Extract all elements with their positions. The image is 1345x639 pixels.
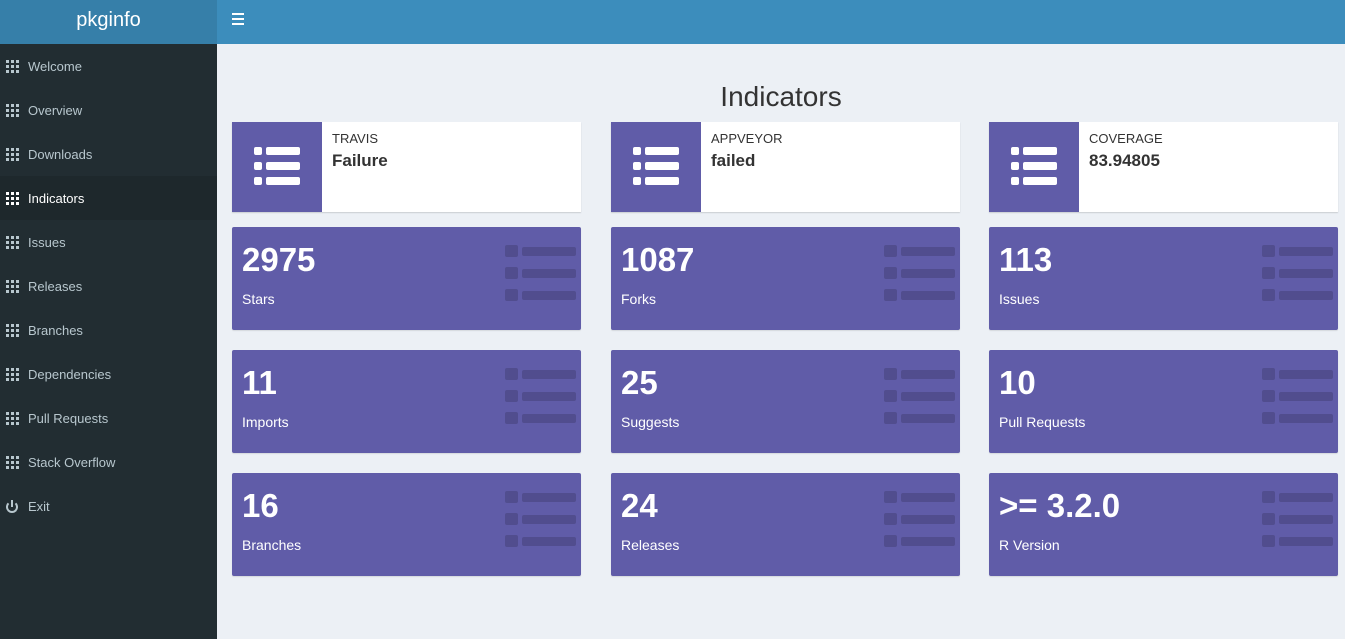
- value-box-releases: 24 Releases: [611, 473, 960, 576]
- list-icon: [1262, 368, 1334, 424]
- value-box-label: Releases: [621, 537, 680, 553]
- sidebar-item-indicators[interactable]: Indicators: [0, 176, 217, 220]
- value-box-value: 16: [242, 487, 279, 524]
- info-box-coverage: COVERAGE 83.94805: [989, 122, 1338, 212]
- value-box-value: 24: [621, 487, 658, 524]
- value-box-branches: 16 Branches: [232, 473, 581, 576]
- sidebar-item-welcome[interactable]: Welcome: [0, 44, 217, 88]
- sidebar-item-label: Welcome: [28, 58, 82, 74]
- sidebar-item-branches[interactable]: Branches: [0, 308, 217, 352]
- value-box-stars: 2975 Stars: [232, 227, 581, 330]
- sidebar: Welcome Overview Downloads Indicators Is…: [0, 44, 217, 639]
- list-icon: [1262, 491, 1334, 547]
- app-logo[interactable]: pkginfo: [0, 0, 217, 44]
- value-box-r-version: >= 3.2.0 R Version: [989, 473, 1338, 576]
- sidebar-item-issues[interactable]: Issues: [0, 220, 217, 264]
- list-icon: [633, 147, 679, 185]
- hamburger-icon[interactable]: [232, 13, 246, 27]
- grid-icon: [6, 103, 19, 117]
- value-box-label: Branches: [242, 537, 302, 553]
- sidebar-item-pull-requests[interactable]: Pull Requests: [0, 396, 217, 440]
- list-icon: [505, 368, 577, 424]
- value-box-suggests: 25 Suggests: [611, 350, 960, 453]
- sidebar-item-label: Overview: [28, 102, 83, 118]
- sidebar-item-label: Dependencies: [28, 366, 112, 382]
- sidebar-item-stack-overflow[interactable]: Stack Overflow: [0, 440, 217, 484]
- info-box-icon-bg: [611, 122, 701, 212]
- value-box-label: Pull Requests: [999, 414, 1086, 430]
- grid-icon: [6, 147, 19, 161]
- value-box-value: 25: [621, 364, 658, 401]
- sidebar-item-label: Releases: [28, 278, 83, 294]
- info-box-value: 83.94805: [1089, 151, 1160, 170]
- sidebar-item-releases[interactable]: Releases: [0, 264, 217, 308]
- sidebar-item-exit[interactable]: Exit: [0, 484, 217, 528]
- sidebar-item-label: Branches: [28, 322, 83, 338]
- list-icon: [505, 245, 577, 301]
- value-box-value: 11: [242, 364, 277, 401]
- grid-icon: [6, 191, 19, 205]
- value-box-label: Imports: [242, 414, 289, 430]
- power-icon: [6, 499, 19, 513]
- sidebar-item-label: Indicators: [28, 190, 85, 206]
- value-box-value: >= 3.2.0: [999, 487, 1121, 524]
- sidebar-item-label: Downloads: [28, 146, 93, 162]
- grid-icon: [6, 455, 19, 469]
- value-box-value: 2975: [242, 241, 316, 278]
- list-icon: [1011, 147, 1057, 185]
- info-box-icon-bg: [989, 122, 1079, 212]
- value-box-imports: 11 Imports: [232, 350, 581, 453]
- list-icon: [254, 147, 300, 185]
- grid-icon: [6, 279, 19, 293]
- value-box-pull-requests: 10 Pull Requests: [989, 350, 1338, 453]
- info-box-value: failed: [711, 151, 756, 170]
- list-icon: [884, 491, 956, 547]
- info-box-appveyor: APPVEYOR failed: [611, 122, 960, 212]
- grid-icon: [6, 411, 19, 425]
- top-navbar: [217, 0, 1345, 44]
- value-box-issues: 113 Issues: [989, 227, 1338, 330]
- info-box-label: APPVEYOR: [711, 131, 783, 146]
- info-box-value: Failure: [332, 151, 388, 170]
- value-box-value: 10: [999, 364, 1036, 401]
- list-icon: [1262, 245, 1334, 301]
- grid-icon: [6, 235, 19, 249]
- sidebar-item-label: Exit: [28, 498, 50, 514]
- value-box-label: Suggests: [621, 414, 680, 430]
- sidebar-item-label: Pull Requests: [28, 410, 109, 426]
- sidebar-item-label: Stack Overflow: [28, 454, 116, 470]
- grid-icon: [6, 323, 19, 337]
- value-box-label: Issues: [999, 291, 1040, 307]
- value-box-forks: 1087 Forks: [611, 227, 960, 330]
- list-icon: [505, 491, 577, 547]
- value-box-label: Stars: [242, 291, 275, 307]
- sidebar-item-dependencies[interactable]: Dependencies: [0, 352, 217, 396]
- value-box-value: 1087: [621, 241, 695, 278]
- sidebar-item-label: Issues: [28, 234, 66, 250]
- sidebar-item-overview[interactable]: Overview: [0, 88, 217, 132]
- grid-icon: [6, 59, 19, 73]
- info-box-travis: TRAVIS Failure: [232, 122, 581, 212]
- grid-icon: [6, 367, 19, 381]
- info-box-icon-bg: [232, 122, 322, 212]
- info-box-label: TRAVIS: [332, 131, 378, 146]
- value-box-label: R Version: [999, 537, 1060, 553]
- info-box-label: COVERAGE: [1089, 131, 1163, 146]
- sidebar-item-downloads[interactable]: Downloads: [0, 132, 217, 176]
- page-title: Indicators: [720, 81, 842, 112]
- value-box-label: Forks: [621, 291, 656, 307]
- list-icon: [884, 245, 956, 301]
- list-icon: [884, 368, 956, 424]
- value-box-value: 113: [999, 241, 1053, 278]
